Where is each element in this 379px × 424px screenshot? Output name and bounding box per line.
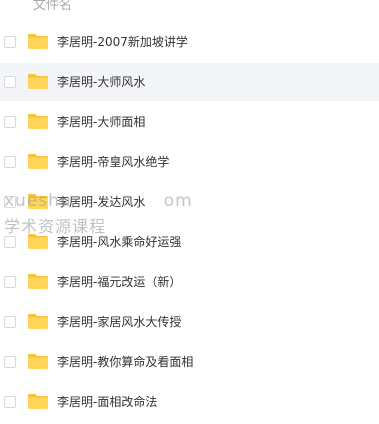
folder-icon (28, 74, 48, 89)
file-name[interactable]: 李居明-面相改命法 (57, 394, 157, 410)
folder-icon (28, 394, 48, 409)
folder-icon (28, 274, 48, 289)
file-row[interactable]: 李居明-帝皇风水绝学 (0, 143, 379, 181)
file-name[interactable]: 李居明-福元改运（新） (57, 274, 181, 290)
file-name[interactable]: 李居明-帝皇风水绝学 (57, 154, 169, 170)
row-checkbox[interactable] (4, 236, 16, 248)
file-row[interactable]: 李居明-大师风水 (0, 63, 379, 101)
file-row[interactable]: 李居明-家居风水大传授 (0, 303, 379, 341)
column-header-filename[interactable]: 文件名 (33, 0, 72, 14)
row-checkbox[interactable] (4, 356, 16, 368)
file-name[interactable]: 李居明-家居风水大传授 (57, 314, 181, 330)
file-name[interactable]: 李居明-大师面相 (57, 114, 145, 130)
file-name[interactable]: 李居明-2007新加坡讲学 (57, 34, 188, 50)
file-name[interactable]: 李居明-教你算命及看面相 (57, 354, 193, 370)
row-checkbox[interactable] (4, 76, 16, 88)
file-row[interactable]: 李居明-教你算命及看面相 (0, 343, 379, 381)
folder-icon (28, 34, 48, 49)
file-row[interactable]: 李居明-风水乘命好运强 (0, 223, 379, 261)
folder-icon (28, 154, 48, 169)
file-list: 文件名 李居明-2007新加坡讲学 李居明-大师风水 李居明-大师面相 李居明- (0, 0, 379, 424)
row-checkbox[interactable] (4, 276, 16, 288)
folder-icon (28, 354, 48, 369)
folder-icon (28, 314, 48, 329)
folder-icon (28, 114, 48, 129)
file-name[interactable]: 李居明-大师风水 (57, 74, 145, 90)
file-row[interactable]: 李居明-大师面相 (0, 103, 379, 141)
list-header: 文件名 (0, 0, 379, 18)
file-row[interactable]: 李居明-发达风水 (0, 183, 379, 221)
row-checkbox[interactable] (4, 196, 16, 208)
file-name[interactable]: 李居明-风水乘命好运强 (57, 234, 181, 250)
row-checkbox[interactable] (4, 396, 16, 408)
folder-icon (28, 194, 48, 209)
row-checkbox[interactable] (4, 36, 16, 48)
file-row[interactable]: 李居明-2007新加坡讲学 (0, 23, 379, 61)
file-row[interactable]: 李居明-福元改运（新） (0, 263, 379, 301)
row-checkbox[interactable] (4, 116, 16, 128)
row-checkbox[interactable] (4, 316, 16, 328)
file-name[interactable]: 李居明-发达风水 (57, 194, 145, 210)
row-checkbox[interactable] (4, 156, 16, 168)
file-row[interactable]: 李居明-面相改命法 (0, 383, 379, 421)
folder-icon (28, 234, 48, 249)
